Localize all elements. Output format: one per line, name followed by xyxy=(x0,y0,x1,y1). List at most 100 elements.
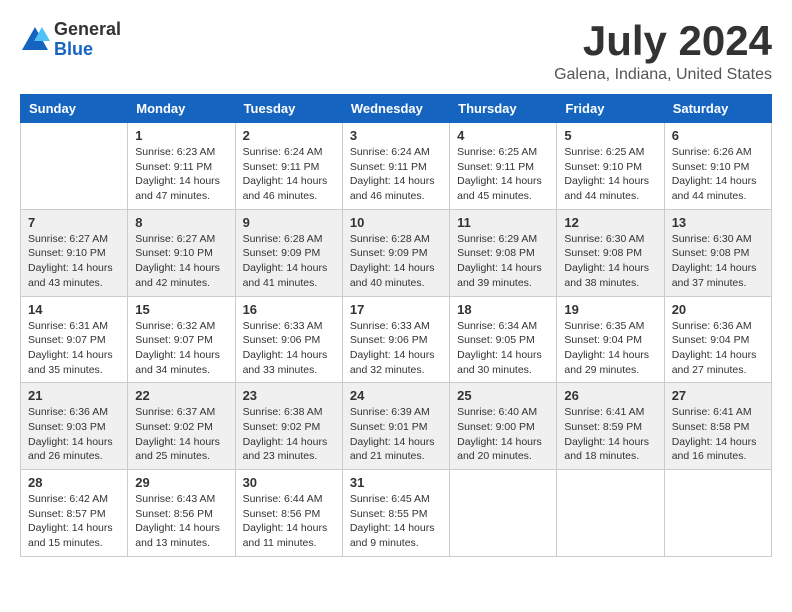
calendar-cell: 4 Sunrise: 6:25 AM Sunset: 9:11 PM Daylig… xyxy=(450,123,557,210)
calendar-cell: 18 Sunrise: 6:34 AM Sunset: 9:05 PM Dayli… xyxy=(450,296,557,383)
day-info: Sunrise: 6:33 AM Sunset: 9:06 PM Dayligh… xyxy=(243,319,335,378)
calendar-body: 1 Sunrise: 6:23 AM Sunset: 9:11 PM Daylig… xyxy=(21,123,772,557)
header-day-wednesday: Wednesday xyxy=(342,95,449,123)
month-title: July 2024 xyxy=(554,20,772,62)
day-info: Sunrise: 6:24 AM Sunset: 9:11 PM Dayligh… xyxy=(243,145,335,204)
day-number: 8 xyxy=(135,215,227,230)
calendar-cell: 23Sunrise: 6:38 AM Sunset: 9:02 PM Dayli… xyxy=(235,383,342,470)
calendar-cell: 13Sunrise: 6:30 AM Sunset: 9:08 PM Dayli… xyxy=(664,209,771,296)
calendar-week-0: 1 Sunrise: 6:23 AM Sunset: 9:11 PM Daylig… xyxy=(21,123,772,210)
calendar-cell: 3 Sunrise: 6:24 AM Sunset: 9:11 PM Daylig… xyxy=(342,123,449,210)
day-number: 5 xyxy=(564,128,656,143)
day-number: 18 xyxy=(457,302,549,317)
calendar-cell: 14 Sunrise: 6:31 AM Sunset: 9:07 PM Dayli… xyxy=(21,296,128,383)
calendar-cell: 5 Sunrise: 6:25 AM Sunset: 9:10 PM Daylig… xyxy=(557,123,664,210)
page-header: General Blue July 2024 Galena, Indiana, … xyxy=(20,20,772,84)
calendar-cell: 6Sunrise: 6:26 AM Sunset: 9:10 PM Daylig… xyxy=(664,123,771,210)
day-number: 10 xyxy=(350,215,442,230)
day-info: Sunrise: 6:27 AM Sunset: 9:10 PM Dayligh… xyxy=(135,232,227,291)
day-info: Sunrise: 6:41 AM Sunset: 8:59 PM Dayligh… xyxy=(564,405,656,464)
day-number: 29 xyxy=(135,475,227,490)
day-number: 1 xyxy=(135,128,227,143)
day-info: Sunrise: 6:40 AM Sunset: 9:00 PM Dayligh… xyxy=(457,405,549,464)
day-info: Sunrise: 6:37 AM Sunset: 9:02 PM Dayligh… xyxy=(135,405,227,464)
header-day-tuesday: Tuesday xyxy=(235,95,342,123)
day-number: 6 xyxy=(672,128,764,143)
day-number: 24 xyxy=(350,388,442,403)
day-info: Sunrise: 6:32 AM Sunset: 9:07 PM Dayligh… xyxy=(135,319,227,378)
day-info: Sunrise: 6:25 AM Sunset: 9:10 PM Dayligh… xyxy=(564,145,656,204)
header-day-sunday: Sunday xyxy=(21,95,128,123)
header-day-monday: Monday xyxy=(128,95,235,123)
logo-text: General Blue xyxy=(54,20,121,60)
day-info: Sunrise: 6:42 AM Sunset: 8:57 PM Dayligh… xyxy=(28,492,120,551)
day-number: 23 xyxy=(243,388,335,403)
calendar-cell xyxy=(664,470,771,557)
day-info: Sunrise: 6:34 AM Sunset: 9:05 PM Dayligh… xyxy=(457,319,549,378)
header-day-saturday: Saturday xyxy=(664,95,771,123)
day-number: 27 xyxy=(672,388,764,403)
calendar-cell: 19Sunrise: 6:35 AM Sunset: 9:04 PM Dayli… xyxy=(557,296,664,383)
header-row: SundayMondayTuesdayWednesdayThursdayFrid… xyxy=(21,95,772,123)
calendar-cell xyxy=(557,470,664,557)
calendar-cell: 9 Sunrise: 6:28 AM Sunset: 9:09 PM Daylig… xyxy=(235,209,342,296)
calendar-week-1: 7Sunrise: 6:27 AM Sunset: 9:10 PM Daylig… xyxy=(21,209,772,296)
title-block: July 2024 Galena, Indiana, United States xyxy=(554,20,772,84)
calendar-week-4: 28 Sunrise: 6:42 AM Sunset: 8:57 PM Dayli… xyxy=(21,470,772,557)
day-info: Sunrise: 6:23 AM Sunset: 9:11 PM Dayligh… xyxy=(135,145,227,204)
calendar-cell: 11 Sunrise: 6:29 AM Sunset: 9:08 PM Dayli… xyxy=(450,209,557,296)
calendar-cell: 25 Sunrise: 6:40 AM Sunset: 9:00 PM Dayli… xyxy=(450,383,557,470)
day-number: 28 xyxy=(28,475,120,490)
day-info: Sunrise: 6:39 AM Sunset: 9:01 PM Dayligh… xyxy=(350,405,442,464)
header-day-friday: Friday xyxy=(557,95,664,123)
location-text: Galena, Indiana, United States xyxy=(554,66,772,84)
day-info: Sunrise: 6:24 AM Sunset: 9:11 PM Dayligh… xyxy=(350,145,442,204)
day-number: 3 xyxy=(350,128,442,143)
day-info: Sunrise: 6:28 AM Sunset: 9:09 PM Dayligh… xyxy=(243,232,335,291)
day-number: 21 xyxy=(28,388,120,403)
day-number: 17 xyxy=(350,302,442,317)
day-info: Sunrise: 6:36 AM Sunset: 9:04 PM Dayligh… xyxy=(672,319,764,378)
day-info: Sunrise: 6:41 AM Sunset: 8:58 PM Dayligh… xyxy=(672,405,764,464)
logo: General Blue xyxy=(20,20,121,60)
day-number: 15 xyxy=(135,302,227,317)
calendar-cell: 29 Sunrise: 6:43 AM Sunset: 8:56 PM Dayli… xyxy=(128,470,235,557)
day-info: Sunrise: 6:28 AM Sunset: 9:09 PM Dayligh… xyxy=(350,232,442,291)
day-number: 30 xyxy=(243,475,335,490)
day-info: Sunrise: 6:25 AM Sunset: 9:11 PM Dayligh… xyxy=(457,145,549,204)
calendar-cell: 28 Sunrise: 6:42 AM Sunset: 8:57 PM Dayli… xyxy=(21,470,128,557)
day-info: Sunrise: 6:45 AM Sunset: 8:55 PM Dayligh… xyxy=(350,492,442,551)
day-info: Sunrise: 6:33 AM Sunset: 9:06 PM Dayligh… xyxy=(350,319,442,378)
day-number: 31 xyxy=(350,475,442,490)
calendar-cell: 1 Sunrise: 6:23 AM Sunset: 9:11 PM Daylig… xyxy=(128,123,235,210)
calendar-cell: 30 Sunrise: 6:44 AM Sunset: 8:56 PM Dayli… xyxy=(235,470,342,557)
day-info: Sunrise: 6:44 AM Sunset: 8:56 PM Dayligh… xyxy=(243,492,335,551)
day-info: Sunrise: 6:43 AM Sunset: 8:56 PM Dayligh… xyxy=(135,492,227,551)
calendar-cell xyxy=(21,123,128,210)
day-number: 4 xyxy=(457,128,549,143)
calendar-cell: 31 Sunrise: 6:45 AM Sunset: 8:55 PM Dayli… xyxy=(342,470,449,557)
calendar-header: SundayMondayTuesdayWednesdayThursdayFrid… xyxy=(21,95,772,123)
day-number: 9 xyxy=(243,215,335,230)
day-info: Sunrise: 6:30 AM Sunset: 9:08 PM Dayligh… xyxy=(564,232,656,291)
logo-general-text: General xyxy=(54,20,121,40)
day-number: 19 xyxy=(564,302,656,317)
day-number: 20 xyxy=(672,302,764,317)
calendar-cell: 22 Sunrise: 6:37 AM Sunset: 9:02 PM Dayli… xyxy=(128,383,235,470)
day-number: 2 xyxy=(243,128,335,143)
day-info: Sunrise: 6:31 AM Sunset: 9:07 PM Dayligh… xyxy=(28,319,120,378)
day-number: 22 xyxy=(135,388,227,403)
day-number: 11 xyxy=(457,215,549,230)
calendar-week-2: 14 Sunrise: 6:31 AM Sunset: 9:07 PM Dayli… xyxy=(21,296,772,383)
logo-icon xyxy=(20,25,50,55)
day-info: Sunrise: 6:29 AM Sunset: 9:08 PM Dayligh… xyxy=(457,232,549,291)
day-number: 14 xyxy=(28,302,120,317)
day-number: 12 xyxy=(564,215,656,230)
day-info: Sunrise: 6:30 AM Sunset: 9:08 PM Dayligh… xyxy=(672,232,764,291)
calendar-cell: 15 Sunrise: 6:32 AM Sunset: 9:07 PM Dayli… xyxy=(128,296,235,383)
day-number: 25 xyxy=(457,388,549,403)
calendar-cell: 16Sunrise: 6:33 AM Sunset: 9:06 PM Dayli… xyxy=(235,296,342,383)
calendar-cell: 24 Sunrise: 6:39 AM Sunset: 9:01 PM Dayli… xyxy=(342,383,449,470)
calendar-cell: 17 Sunrise: 6:33 AM Sunset: 9:06 PM Dayli… xyxy=(342,296,449,383)
calendar-cell: 2 Sunrise: 6:24 AM Sunset: 9:11 PM Daylig… xyxy=(235,123,342,210)
